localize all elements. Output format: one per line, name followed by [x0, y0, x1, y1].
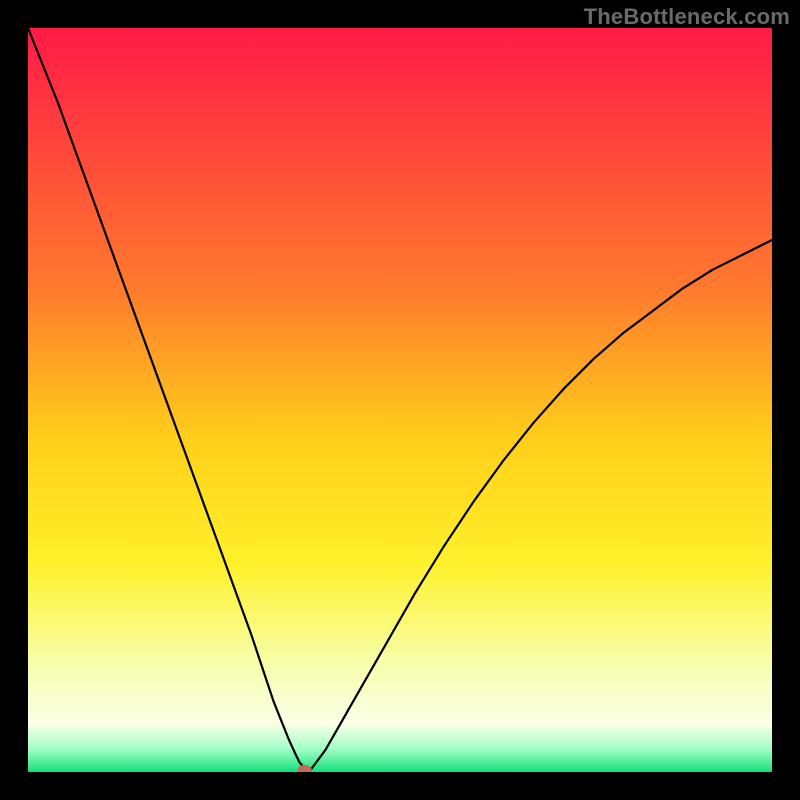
gradient-background	[28, 28, 772, 772]
plot-area	[28, 28, 772, 772]
chart-frame: TheBottleneck.com	[0, 0, 800, 800]
watermark-text: TheBottleneck.com	[584, 4, 790, 30]
plot-svg	[28, 28, 772, 772]
